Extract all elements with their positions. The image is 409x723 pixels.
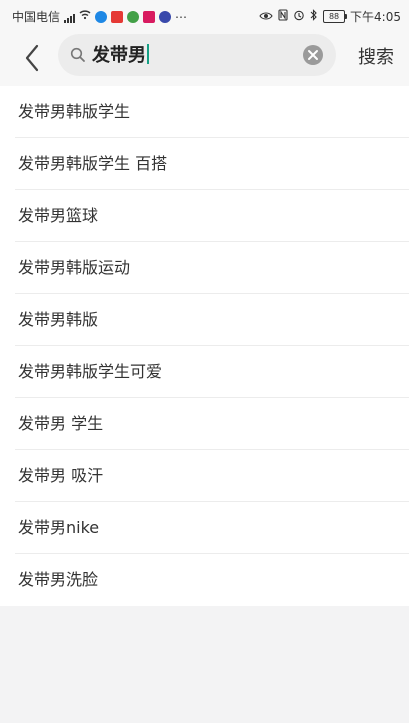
- suggestion-item[interactable]: 发带男韩版学生: [0, 86, 409, 138]
- suggestion-item[interactable]: 发带男韩版学生可爱: [0, 346, 409, 398]
- battery-level: 88: [328, 12, 340, 21]
- suggestion-list: 发带男韩版学生 发带男韩版学生 百搭 发带男篮球 发带男韩版运动 发带男韩版 发…: [0, 86, 409, 606]
- suggestion-item[interactable]: 发带男nike: [0, 502, 409, 554]
- suggestion-item[interactable]: 发带男篮球: [0, 190, 409, 242]
- app-notification-icon-1: [95, 10, 108, 23]
- wechat-icon: [127, 10, 140, 23]
- status-right: 88 下午4:05: [259, 8, 401, 25]
- suggestion-item[interactable]: 发带男 吸汗: [0, 450, 409, 502]
- battery-icon: 88: [323, 10, 348, 23]
- clear-search-button[interactable]: [302, 44, 324, 66]
- suggestion-item[interactable]: 发带男韩版学生 百搭: [0, 138, 409, 190]
- search-icon: [70, 47, 85, 62]
- search-input[interactable]: 发带男: [58, 34, 336, 76]
- suggestion-item[interactable]: 发带男洗脸: [0, 554, 409, 606]
- suggestion-item[interactable]: 发带男韩版运动: [0, 242, 409, 294]
- search-query-text: 发带男: [92, 45, 146, 66]
- app-notification-icon-4: [159, 10, 172, 23]
- bluetooth-icon: [310, 9, 318, 24]
- search-query-field[interactable]: 发带男: [92, 44, 149, 66]
- status-time: 下午4:05: [350, 10, 401, 24]
- alarm-icon: [293, 9, 305, 24]
- more-notifications-icon: ⋯: [175, 9, 188, 24]
- eye-icon: [259, 10, 273, 24]
- nfc-icon: [278, 9, 288, 24]
- app-notification-icon-3: [143, 10, 156, 23]
- search-header: 发带男 搜索: [0, 30, 409, 86]
- status-left: 中国电信 ⋯: [12, 8, 187, 25]
- suggestion-item[interactable]: 发带男韩版: [0, 294, 409, 346]
- back-arrow-icon: [25, 44, 39, 72]
- text-cursor: [147, 44, 149, 64]
- app-notification-icon-2: [111, 10, 124, 23]
- signal-icon: [64, 11, 76, 23]
- carrier-label: 中国电信: [12, 10, 61, 24]
- suggestion-item[interactable]: 发带男 学生: [0, 398, 409, 450]
- back-button[interactable]: [14, 38, 50, 78]
- search-button[interactable]: 搜索: [358, 38, 394, 78]
- wifi-icon: [79, 9, 91, 24]
- status-bar: 中国电信 ⋯ 88 下午4:05: [0, 0, 409, 30]
